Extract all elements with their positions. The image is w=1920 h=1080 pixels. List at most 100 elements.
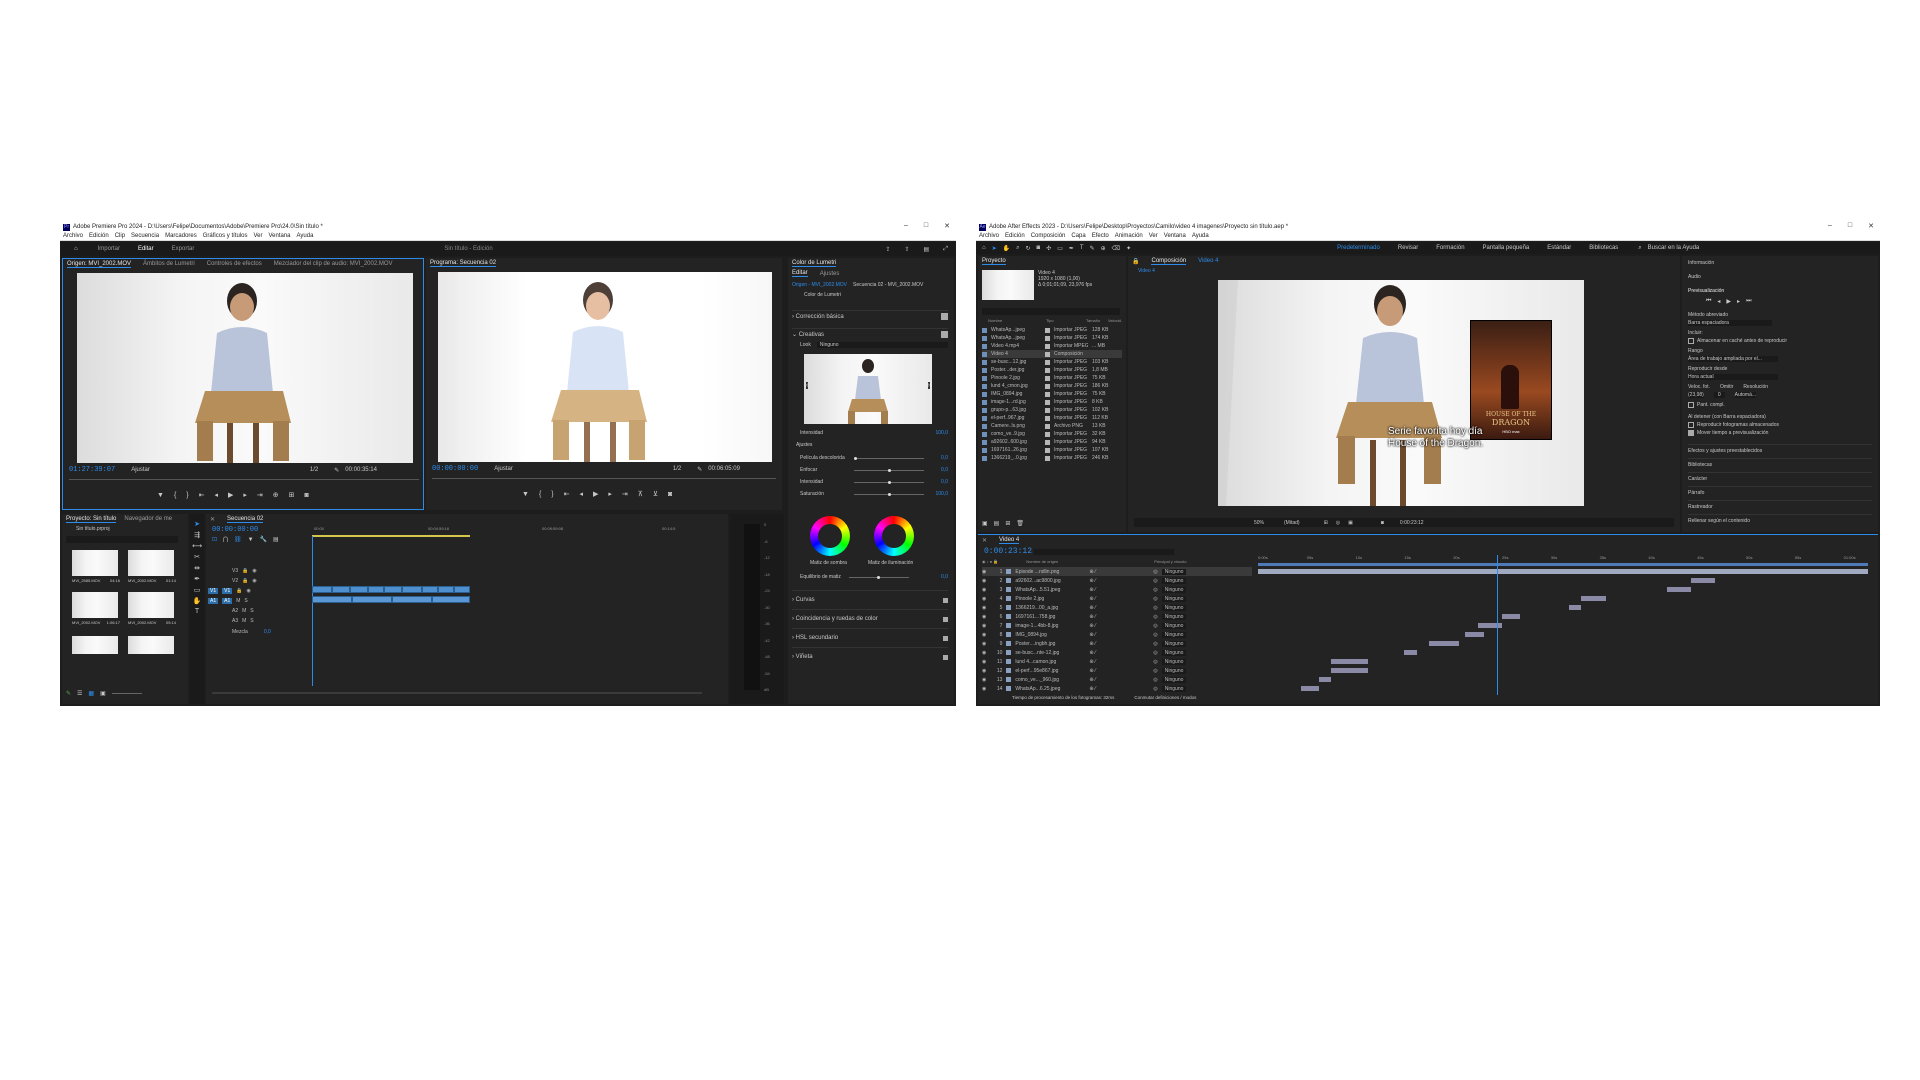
thumb-item[interactable] <box>72 592 118 618</box>
match-checkbox[interactable] <box>943 616 948 622</box>
menu-marcadores[interactable]: Marcadores <box>165 233 197 239</box>
ae-comp-name[interactable]: Video 4 <box>1198 258 1218 264</box>
layer-row[interactable]: ◉ 1 Episode ...ndlin.png ⊕ ⁄ ◎ Ninguno <box>982 567 1252 576</box>
poster-image[interactable]: HOUSE OF THE DRAGON HBO max <box>1470 320 1552 440</box>
opt1-checkbox[interactable] <box>1688 422 1694 428</box>
tab-audio-mixer[interactable]: Mezclador del clip de audio: MVI_2002.MO… <box>274 261 393 267</box>
visibility-icon[interactable]: ◉ <box>982 659 986 665</box>
project-item[interactable]: grupo-p...63.jpg Importar JPEG 102 KB <box>982 406 1122 414</box>
project-item[interactable]: Video 4.mp4 Importar MPEG ... MB <box>982 342 1122 350</box>
mark-in-icon[interactable]: { <box>174 492 176 499</box>
layer-row[interactable]: ◉ 8 IMG_0894.jpg ⊕ ⁄ ◎ Ninguno <box>982 630 1252 639</box>
ae-mask-icon[interactable]: ▭ <box>1057 245 1063 252</box>
video-clip[interactable] <box>312 586 332 593</box>
track-select-icon[interactable]: ⇶ <box>194 531 200 539</box>
project-item[interactable]: WhatsAp...jpeg Importar JPEG 174 KB <box>982 334 1122 342</box>
source-scrubber[interactable] <box>69 479 419 480</box>
viewer-zoom[interactable]: 50% <box>1254 520 1264 526</box>
layer-switches[interactable]: ⊕ ⁄ <box>1089 641 1149 647</box>
ws-estandar[interactable]: Estándar <box>1547 245 1571 251</box>
col-type[interactable]: Tipo <box>1046 318 1082 323</box>
maximize-icon[interactable]: □ <box>924 222 928 230</box>
look-preview[interactable]: ‹ › <box>804 354 932 424</box>
lumetri-section-creative[interactable]: ⌄ Creativas <box>792 328 948 338</box>
label-color-swatch[interactable] <box>1045 423 1050 429</box>
thumb-item[interactable] <box>72 550 118 576</box>
program-fit-select[interactable]: Ajustar <box>494 466 513 472</box>
ws-predeterminado[interactable]: Predeterminado <box>1337 245 1380 251</box>
solo-icon[interactable]: S <box>250 618 253 624</box>
mask-toggle-icon[interactable]: ◎ <box>1336 520 1340 526</box>
visibility-icon[interactable]: ◉ <box>982 614 986 620</box>
layer-name[interactable]: se-busc...nte-12.jpg <box>1015 650 1085 656</box>
menu-clip[interactable]: Clip <box>115 233 125 239</box>
layer-parent[interactable]: Ninguno <box>1161 604 1187 611</box>
ae-brush-icon[interactable]: ✎ <box>1090 245 1095 252</box>
video-clip[interactable] <box>350 586 368 593</box>
viewer-resolution[interactable]: (Mitad) <box>1284 520 1300 526</box>
hand-tool-icon[interactable]: ✋ <box>193 597 202 605</box>
play-icon[interactable]: ▶ <box>228 491 233 499</box>
preview-play-icon[interactable]: ▶ <box>1726 298 1731 305</box>
add-marker-icon[interactable]: ▼ <box>248 537 254 543</box>
layer-row[interactable]: ◉ 6 1697161...758.jpg ⊕ ⁄ ◎ Ninguno <box>982 612 1252 621</box>
tab-project[interactable]: Proyecto: Sin título <box>66 516 117 523</box>
intensity-value[interactable]: 100,0 <box>935 430 948 436</box>
visibility-icon[interactable]: ◉ <box>982 632 986 638</box>
ws-formacion[interactable]: Formación <box>1436 245 1464 251</box>
video-clip[interactable] <box>384 586 402 593</box>
label-color-swatch[interactable] <box>1045 367 1050 373</box>
layer-row[interactable]: ◉ 13 como_ve..._960.jpg ⊕ ⁄ ◎ Ninguno <box>982 675 1252 684</box>
ripple-edit-icon[interactable]: ⟷ <box>192 542 202 550</box>
program-step-forward-icon[interactable]: ▸ <box>608 490 612 498</box>
timeline-close-icon[interactable]: ✕ <box>210 516 215 523</box>
video-clip[interactable] <box>454 586 470 593</box>
label-color-swatch[interactable] <box>1045 343 1050 349</box>
parent-icon[interactable]: ◎ <box>1153 641 1157 647</box>
ae-home-icon[interactable]: ⌂ <box>982 245 986 251</box>
layer-bar[interactable] <box>1258 569 1868 574</box>
creative-checkbox[interactable] <box>941 331 948 338</box>
lock-icon[interactable]: 🔒 <box>242 568 248 574</box>
tab-media-browser[interactable]: Navegador de me <box>124 516 172 522</box>
audio-clip[interactable] <box>392 596 432 603</box>
close-icon[interactable]: ✕ <box>944 222 950 230</box>
tab-source[interactable]: Origen: MVI_2002.MOV <box>67 261 132 268</box>
visibility-icon[interactable]: ◉ <box>982 650 986 656</box>
tab-effect-controls[interactable]: Controles de efectos <box>207 261 262 267</box>
ae-menu-efecto[interactable]: Efecto <box>1092 233 1109 239</box>
sharpen-slider[interactable] <box>854 468 924 472</box>
label-color-swatch[interactable] <box>1045 439 1050 445</box>
sharpen-value[interactable]: 0,0 <box>941 467 948 473</box>
captions-icon[interactable]: ▤ <box>273 536 279 543</box>
source-timecode[interactable]: 01:27:39:07 <box>69 466 115 474</box>
ws-pantalla[interactable]: Pantalla pequeña <box>1483 245 1530 251</box>
tab-lumetri-scopes[interactable]: Ámbitos de Lumetri <box>143 261 195 267</box>
mute-icon[interactable]: M <box>242 618 246 624</box>
layer-bar[interactable] <box>1465 632 1484 637</box>
share-icon[interactable]: ⇧ <box>904 246 909 253</box>
step-forward-icon[interactable]: ▸ <box>243 491 247 499</box>
layer-switches[interactable]: ⊕ ⁄ <box>1089 650 1149 656</box>
look-select[interactable]: Ninguno <box>816 342 948 348</box>
shortcut-select[interactable]: Barra espaciadora <box>1688 320 1772 326</box>
ae-playhead[interactable] <box>1497 555 1498 695</box>
layer-switches[interactable]: ⊕ ⁄ <box>1089 578 1149 584</box>
list-view-icon[interactable]: ☰ <box>77 690 82 697</box>
layer-parent[interactable]: Ninguno <box>1161 577 1187 584</box>
tab-program[interactable]: Programa: Secuencia 02 <box>430 260 497 267</box>
label-color-swatch[interactable] <box>1045 391 1050 397</box>
fullscreen-icon[interactable]: ⤢ <box>943 246 948 253</box>
ae-maximize-icon[interactable]: □ <box>1848 222 1852 230</box>
region-icon[interactable]: ▣ <box>1348 520 1353 526</box>
ae-timeline-ruler[interactable]: 0:00s 05s 10s 15s 20s 25s 30s 35s 40s 45s 50s 55s 01… <box>1258 555 1868 563</box>
mark-out-icon[interactable]: } <box>186 492 188 499</box>
menu-ventana[interactable]: Ventana <box>268 233 290 239</box>
label-color-swatch[interactable] <box>1045 359 1050 365</box>
work-area-bar[interactable] <box>312 535 470 537</box>
section-color-match[interactable]: › Coincidencia y ruedas de color <box>792 609 948 628</box>
parent-icon[interactable]: ◎ <box>1153 632 1157 638</box>
visibility-icon[interactable]: ◉ <box>982 569 986 575</box>
wrench-icon[interactable]: ✎ <box>334 467 339 474</box>
look-prev-icon[interactable]: ‹ <box>806 382 809 389</box>
